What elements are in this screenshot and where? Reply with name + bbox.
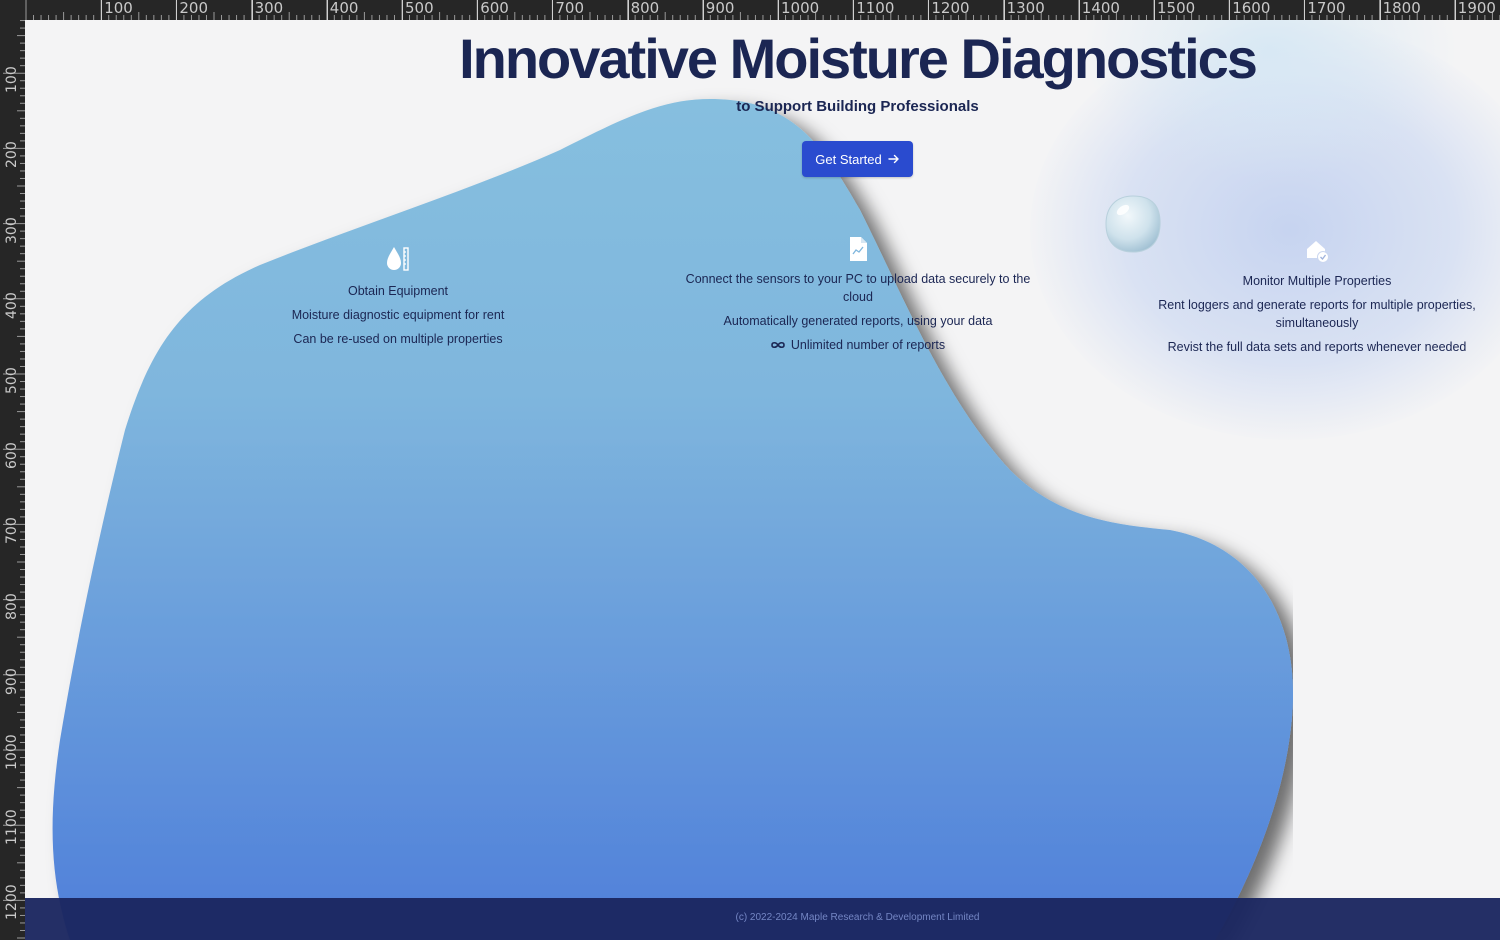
report-chart-icon xyxy=(850,237,867,261)
ruler-label: 1900 xyxy=(1454,0,1496,20)
arrow-right-icon xyxy=(888,154,899,164)
ruler-label: 1200 xyxy=(928,0,970,20)
copyright-text: (c) 2022-2024 Maple Research & Developme… xyxy=(735,912,980,923)
page-subtitle: to Support Building Professionals xyxy=(736,98,979,115)
infinity-icon xyxy=(771,341,785,349)
ruler-ticks-top xyxy=(25,0,1500,20)
feature-line: Connect the sensors to your PC to upload… xyxy=(685,272,1031,304)
ruler-label: 1700 xyxy=(1304,0,1346,20)
feature-line: Automatically generated reports, using y… xyxy=(723,314,993,328)
feature-cloud-reports: Connect the sensors to your PC to upload… xyxy=(678,236,1038,354)
ruler-label: 700 xyxy=(552,0,584,20)
ruler-label: 1600 xyxy=(1229,0,1270,20)
ruler-label: 1000 xyxy=(778,0,819,20)
get-started-button[interactable]: Get Started xyxy=(802,141,913,177)
unlimited-reports: Unlimited number of reports xyxy=(771,336,945,354)
hero-blob xyxy=(52,99,1293,940)
ruler-label: 600 xyxy=(477,0,509,20)
get-started-label: Get Started xyxy=(815,151,882,167)
ruler-label: 1300 xyxy=(1003,0,1045,20)
ruler-label: 500 xyxy=(402,0,434,20)
feature-line: Rent loggers and generate reports for mu… xyxy=(1158,298,1476,330)
home-check-icon xyxy=(1307,241,1329,263)
app-window: 100 200 300 400 500 600 700 800 900 1000 1100 1200 1… xyxy=(0,0,1500,940)
ruler-label: 100 xyxy=(101,0,133,20)
feature-title: Obtain Equipment xyxy=(347,284,449,298)
moisture-meter-icon xyxy=(387,247,409,271)
ruler-label: 400 xyxy=(326,0,358,20)
feature-line: Can be re-used on multiple properties xyxy=(293,332,503,346)
page-title: Innovative Moisture Diagnostics xyxy=(459,27,1258,90)
horizontal-ruler: 100 200 300 400 500 600 700 800 900 1000 1100 1200 1… xyxy=(0,0,1500,20)
ruler-label: 1100 xyxy=(853,0,894,20)
ruler-label: 1400 xyxy=(1078,0,1120,20)
vertical-ruler: 100 200 300 400 500 600 700 800 900 1000 1100 1200 xyxy=(0,0,25,940)
feature-obtain-equipment: Obtain Equipment Moisture diagnostic equ… xyxy=(248,244,548,348)
ruler-label: 300 xyxy=(251,0,283,20)
ruler-label: 200 xyxy=(176,0,208,20)
ruler-corner xyxy=(0,0,25,20)
feature-monitor-properties: Monitor Multiple Properties Rent loggers… xyxy=(1147,238,1487,356)
feature-title: Monitor Multiple Properties xyxy=(1242,274,1392,288)
feature-line: Moisture diagnostic equipment for rent xyxy=(291,308,505,322)
ruler-label: 800 xyxy=(627,0,659,20)
ruler-label: 1500 xyxy=(1154,0,1195,20)
feature-line: Revist the full data sets and reports wh… xyxy=(1167,340,1467,354)
ruler-label: 900 xyxy=(702,0,734,20)
unlimited-reports-label: Unlimited number of reports xyxy=(790,338,946,352)
ruler-label: 1800 xyxy=(1379,0,1421,20)
water-droplet-icon xyxy=(1105,195,1161,253)
